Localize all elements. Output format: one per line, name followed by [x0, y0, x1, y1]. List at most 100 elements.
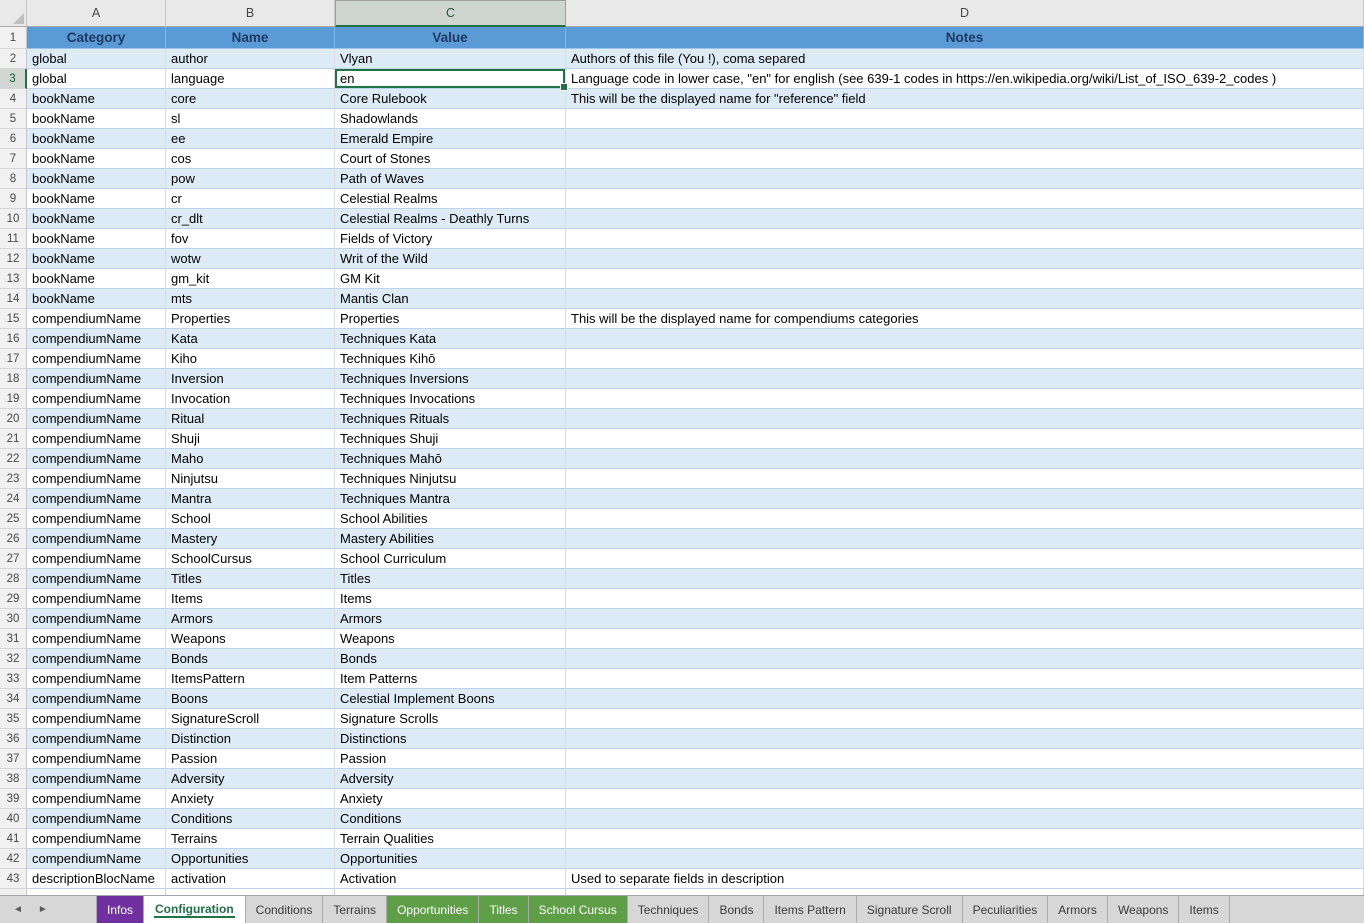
row-header-15[interactable]: 15 — [0, 309, 27, 329]
cell-A18[interactable]: compendiumName — [27, 369, 166, 389]
cell-B28[interactable]: Titles — [166, 569, 335, 589]
select-all-corner[interactable] — [0, 0, 27, 27]
cell-A20[interactable]: compendiumName — [27, 409, 166, 429]
cell-B33[interactable]: ItemsPattern — [166, 669, 335, 689]
cell-D33[interactable] — [566, 669, 1364, 689]
cell-B7[interactable]: cos — [166, 149, 335, 169]
cell-B32[interactable]: Bonds — [166, 649, 335, 669]
cell-C16[interactable]: Techniques Kata — [335, 329, 566, 349]
cell-C17[interactable]: Techniques Kihō — [335, 349, 566, 369]
cell-B36[interactable]: Distinction — [166, 729, 335, 749]
row-header-30[interactable]: 30 — [0, 609, 27, 629]
sheet-tab-school-cursus[interactable]: School Cursus — [529, 896, 628, 923]
cell-A42[interactable]: compendiumName — [27, 849, 166, 869]
row-header-22[interactable]: 22 — [0, 449, 27, 469]
cell-B41[interactable]: Terrains — [166, 829, 335, 849]
cell-C30[interactable]: Armors — [335, 609, 566, 629]
cell-A16[interactable]: compendiumName — [27, 329, 166, 349]
cell-A7[interactable]: bookName — [27, 149, 166, 169]
row-header-31[interactable]: 31 — [0, 629, 27, 649]
cell-D21[interactable] — [566, 429, 1364, 449]
column-header-C[interactable]: C — [335, 0, 566, 27]
row-header-12[interactable]: 12 — [0, 249, 27, 269]
row-header-3[interactable]: 3 — [0, 69, 27, 89]
cell-B2[interactable]: author — [166, 49, 335, 69]
cell-C33[interactable]: Item Patterns — [335, 669, 566, 689]
sheet-tab-configuration[interactable]: Configuration — [144, 896, 246, 923]
cell-D39[interactable] — [566, 789, 1364, 809]
cell-D4[interactable]: This will be the displayed name for "ref… — [566, 89, 1364, 109]
cell-C3[interactable]: en — [335, 69, 566, 89]
cell-A8[interactable]: bookName — [27, 169, 166, 189]
cell-B29[interactable]: Items — [166, 589, 335, 609]
row-header-7[interactable]: 7 — [0, 149, 27, 169]
cell-D9[interactable] — [566, 189, 1364, 209]
cell-D31[interactable] — [566, 629, 1364, 649]
cell-C39[interactable]: Anxiety — [335, 789, 566, 809]
cell-A33[interactable]: compendiumName — [27, 669, 166, 689]
cell-A19[interactable]: compendiumName — [27, 389, 166, 409]
cell-D16[interactable] — [566, 329, 1364, 349]
cell-D38[interactable] — [566, 769, 1364, 789]
cell-B14[interactable]: mts — [166, 289, 335, 309]
cell-D13[interactable] — [566, 269, 1364, 289]
row-header-6[interactable]: 6 — [0, 129, 27, 149]
row-header-33[interactable]: 33 — [0, 669, 27, 689]
cell-C31[interactable]: Weapons — [335, 629, 566, 649]
cell-D24[interactable] — [566, 489, 1364, 509]
cell-B24[interactable]: Mantra — [166, 489, 335, 509]
sheet-tab-opportunities[interactable]: Opportunities — [387, 896, 479, 923]
column-header-B[interactable]: B — [166, 0, 335, 27]
cell-D17[interactable] — [566, 349, 1364, 369]
cell-B31[interactable]: Weapons — [166, 629, 335, 649]
row-header-43[interactable]: 43 — [0, 869, 27, 889]
sheet-tab-conditions[interactable]: Conditions — [246, 896, 324, 923]
cell-B40[interactable]: Conditions — [166, 809, 335, 829]
cell-C12[interactable]: Writ of the Wild — [335, 249, 566, 269]
row-header-19[interactable]: 19 — [0, 389, 27, 409]
cell-C40[interactable]: Conditions — [335, 809, 566, 829]
cell-B34[interactable]: Boons — [166, 689, 335, 709]
row-header-10[interactable]: 10 — [0, 209, 27, 229]
cell-D19[interactable] — [566, 389, 1364, 409]
cell-D18[interactable] — [566, 369, 1364, 389]
row-header-4[interactable]: 4 — [0, 89, 27, 109]
sheet-tab-titles[interactable]: Titles — [479, 896, 528, 923]
cell-A24[interactable]: compendiumName — [27, 489, 166, 509]
row-header-34[interactable]: 34 — [0, 689, 27, 709]
cell-D27[interactable] — [566, 549, 1364, 569]
row-header-9[interactable]: 9 — [0, 189, 27, 209]
row-header-17[interactable]: 17 — [0, 349, 27, 369]
cell-D28[interactable] — [566, 569, 1364, 589]
cell-C41[interactable]: Terrain Qualities — [335, 829, 566, 849]
cell-D35[interactable] — [566, 709, 1364, 729]
cell-B30[interactable]: Armors — [166, 609, 335, 629]
row-header-2[interactable]: 2 — [0, 49, 27, 69]
cell-B5[interactable]: sl — [166, 109, 335, 129]
cell-B26[interactable]: Mastery — [166, 529, 335, 549]
cell-A30[interactable]: compendiumName — [27, 609, 166, 629]
cell-A23[interactable]: compendiumName — [27, 469, 166, 489]
cell-C23[interactable]: Techniques Ninjutsu — [335, 469, 566, 489]
cell-B17[interactable]: Kiho — [166, 349, 335, 369]
row-header-18[interactable]: 18 — [0, 369, 27, 389]
cell-A9[interactable]: bookName — [27, 189, 166, 209]
cell-A25[interactable]: compendiumName — [27, 509, 166, 529]
cell-D2[interactable]: Authors of this file (You !), coma separ… — [566, 49, 1364, 69]
cell-A14[interactable]: bookName — [27, 289, 166, 309]
sheet-tab-items-pattern[interactable]: Items Pattern — [764, 896, 856, 923]
sheet-tab-items[interactable]: Items — [1179, 896, 1229, 923]
cell-C34[interactable]: Celestial Implement Boons — [335, 689, 566, 709]
cell-B39[interactable]: Anxiety — [166, 789, 335, 809]
cell-C29[interactable]: Items — [335, 589, 566, 609]
cell-A21[interactable]: compendiumName — [27, 429, 166, 449]
cell-C24[interactable]: Techniques Mantra — [335, 489, 566, 509]
cell-C20[interactable]: Techniques Rituals — [335, 409, 566, 429]
cell-A17[interactable]: compendiumName — [27, 349, 166, 369]
cell-C38[interactable]: Adversity — [335, 769, 566, 789]
cell-D8[interactable] — [566, 169, 1364, 189]
cell-C14[interactable]: Mantis Clan — [335, 289, 566, 309]
row-header-11[interactable]: 11 — [0, 229, 27, 249]
cell-C4[interactable]: Core Rulebook — [335, 89, 566, 109]
row-header-5[interactable]: 5 — [0, 109, 27, 129]
